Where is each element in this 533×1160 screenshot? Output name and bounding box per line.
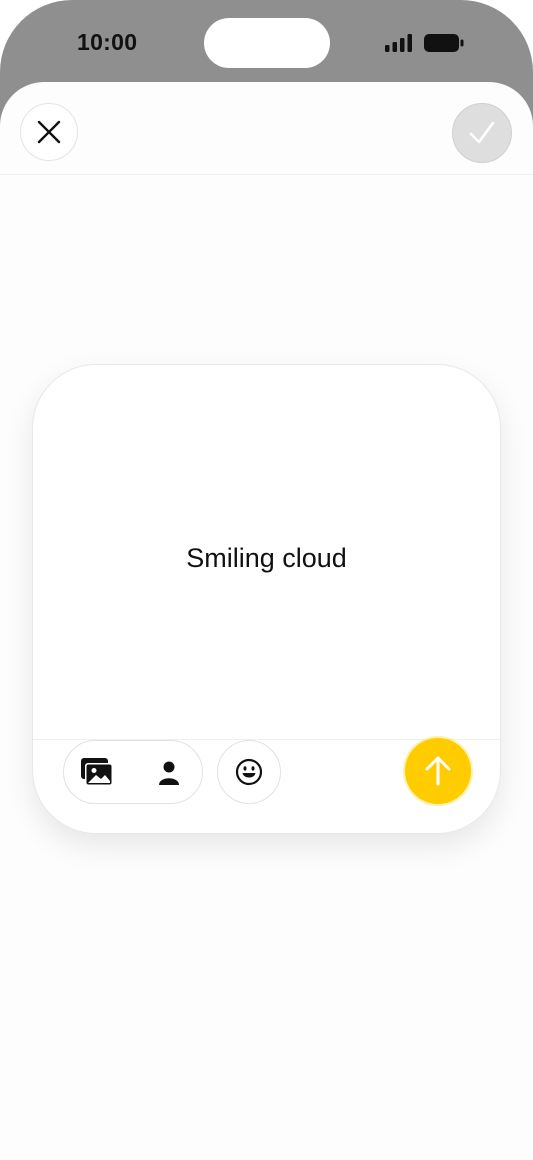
close-icon: [37, 120, 61, 144]
composer-toolbar: [33, 738, 500, 833]
photos-icon[interactable]: [80, 757, 114, 787]
dynamic-island: [204, 18, 330, 68]
phone-frame: 10:00 Smiling cloud: [0, 0, 533, 1160]
composer-card: Smiling cloud: [32, 364, 501, 834]
checkmark-icon: [469, 121, 495, 144]
arrow-up-icon: [425, 756, 451, 786]
composer-text[interactable]: Smiling cloud: [33, 543, 500, 574]
attachment-pill: [63, 740, 203, 804]
close-button[interactable]: [20, 103, 78, 161]
battery-full-icon: [424, 34, 464, 52]
send-button[interactable]: [405, 738, 471, 804]
person-icon[interactable]: [158, 761, 180, 785]
status-time: 10:00: [77, 29, 138, 55]
emoji-button[interactable]: [217, 740, 281, 804]
cellular-signal-icon: [385, 34, 412, 52]
sheet-header: [0, 82, 533, 175]
done-button[interactable]: [452, 103, 512, 163]
emoji-icon: [235, 758, 263, 786]
compose-sheet: Smiling cloud: [0, 82, 533, 1160]
status-bar: 10:00: [0, 0, 533, 84]
